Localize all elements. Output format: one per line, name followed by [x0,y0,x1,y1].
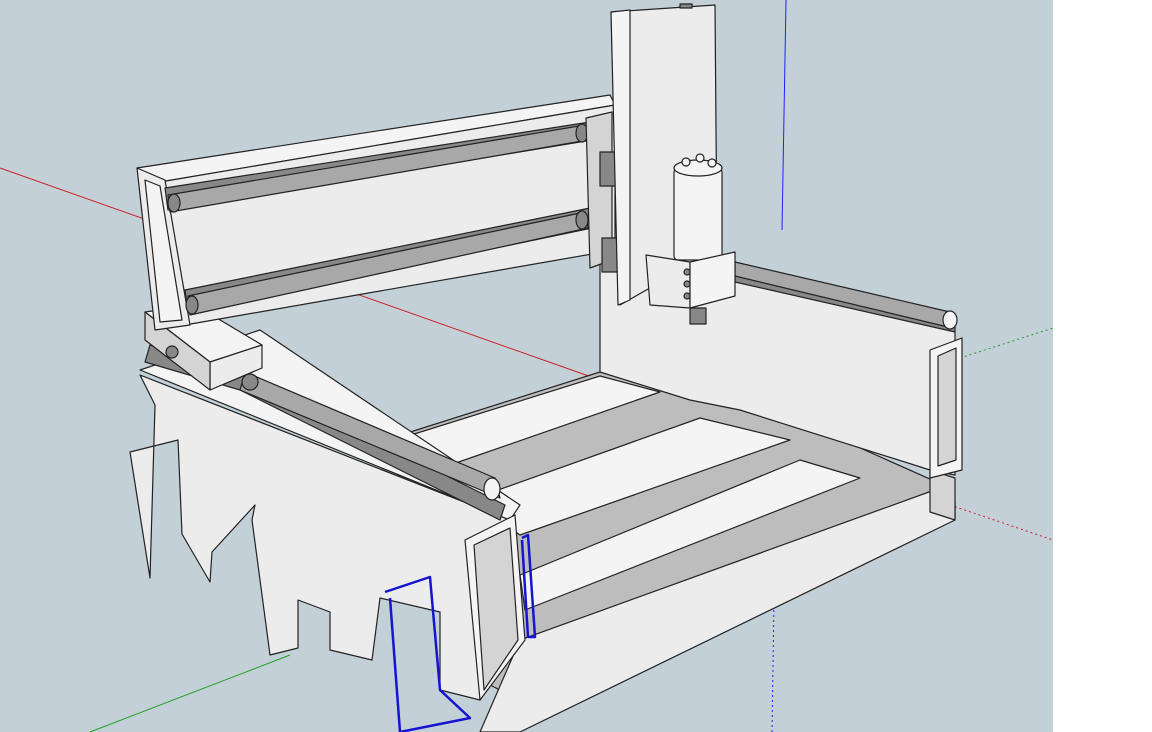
spindle-mount-face [645,254,691,309]
spindle-collet [689,307,707,325]
3d-modeling-viewport[interactable] [0,0,1053,732]
left-rail-end-cap [483,477,501,501]
spindle-connector-1 [681,157,691,167]
carriage-bearing-2 [241,373,259,391]
right-frame-end-slot [937,347,957,467]
blank-side-panel [1053,0,1152,732]
z-column-cap [679,3,693,9]
upper-rod-cap-left [167,193,181,213]
spindle-connector-3 [707,158,717,168]
spindle-body [673,167,723,261]
model-canvas[interactable] [0,0,1053,732]
mount-bolt-2 [683,280,691,288]
mount-bolt-1 [683,268,691,276]
spindle-connector-2 [695,153,705,163]
lower-rod-cap-left [185,295,199,315]
right-rail-end-cap [942,310,958,330]
carriage-bearing-1 [165,345,179,359]
lower-rod-cap-right [575,210,589,230]
mount-bolt-3 [683,292,691,300]
